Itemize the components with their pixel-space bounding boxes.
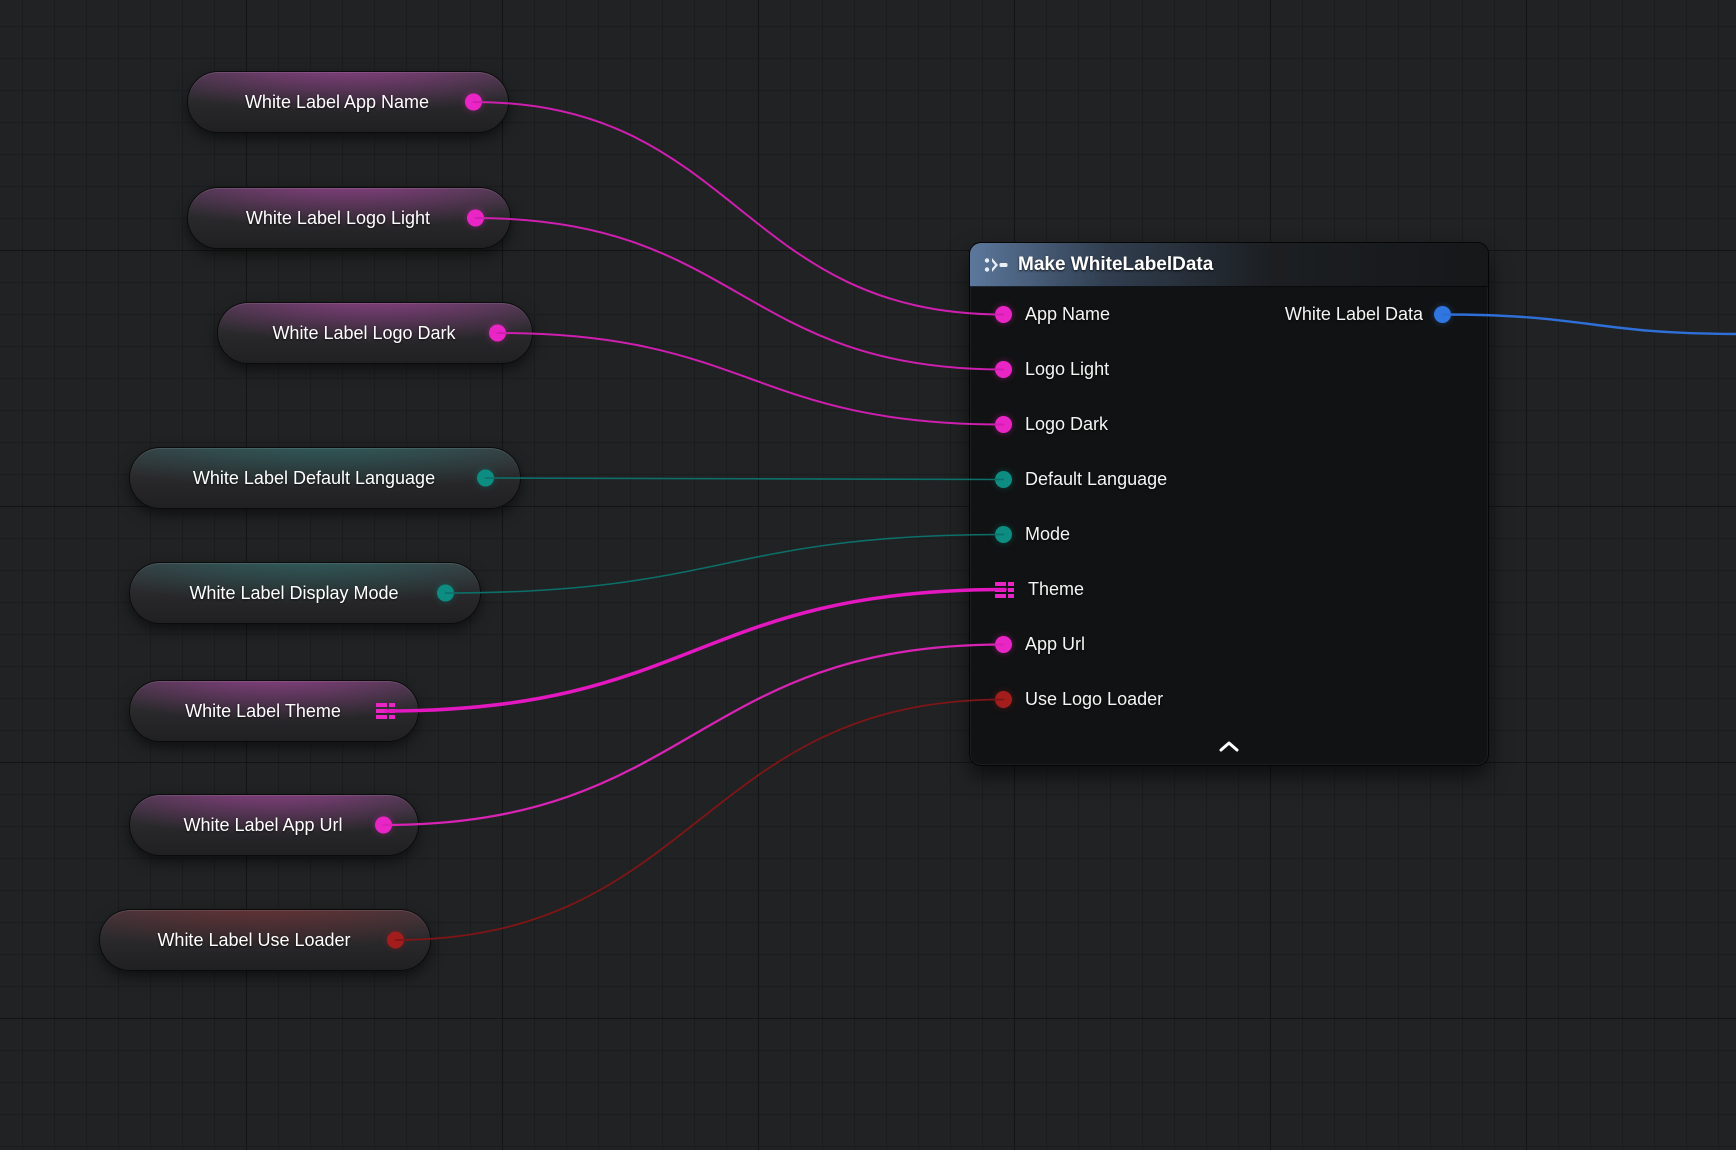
pin-label: App Url — [1025, 634, 1085, 655]
getter-node-white-label-logo-light[interactable]: White Label Logo Light — [188, 188, 510, 248]
node-title: White Label Use Loader — [100, 930, 430, 951]
blueprint-graph-canvas[interactable]: White Label App Name White Label Logo Li… — [0, 0, 1736, 1150]
map-output-pin[interactable] — [376, 703, 396, 719]
pin-row: Use Logo Loader — [970, 672, 1488, 727]
wire-getter-default-language[interactable] — [486, 478, 1004, 480]
pin-row: Mode — [970, 507, 1488, 562]
make-node[interactable]: Make WhiteLabelData App Name White Label… — [970, 243, 1488, 765]
pin-label: Logo Dark — [1025, 414, 1108, 435]
output-pin-label: White Label Data — [1285, 304, 1423, 325]
getter-node-white-label-theme[interactable]: White Label Theme — [130, 681, 418, 741]
enum-output-pin[interactable] — [477, 470, 494, 487]
wire-getter-app-url[interactable] — [384, 645, 1004, 826]
make-node-body: App Name White Label Data Logo Light Log… — [970, 287, 1488, 727]
getter-node-white-label-app-url[interactable]: White Label App Url — [130, 795, 418, 855]
pin-label: Mode — [1025, 524, 1070, 545]
getter-node-white-label-use-loader[interactable]: White Label Use Loader — [100, 910, 430, 970]
string-output-pin[interactable] — [465, 94, 482, 111]
node-title: White Label Logo Dark — [218, 323, 532, 344]
string-output-pin[interactable] — [375, 817, 392, 834]
wire-getter-logo-light[interactable] — [476, 218, 1004, 370]
string-input-pin[interactable] — [995, 416, 1012, 433]
wire-getter-display-mode[interactable] — [446, 535, 1004, 594]
wire-getter-app-name[interactable] — [474, 102, 1004, 315]
getter-node-white-label-display-mode[interactable]: White Label Display Mode — [130, 563, 480, 623]
pin-label: Theme — [1028, 579, 1084, 600]
make-node-title: Make WhiteLabelData — [1018, 254, 1213, 276]
string-input-pin[interactable] — [995, 636, 1012, 653]
enum-input-pin[interactable] — [995, 526, 1012, 543]
node-title: White Label Logo Light — [188, 208, 510, 229]
pin-label: Use Logo Loader — [1025, 689, 1163, 710]
chevron-up-icon — [1219, 741, 1239, 752]
make-struct-icon — [984, 257, 1008, 273]
string-output-pin[interactable] — [467, 210, 484, 227]
pin-row: Logo Dark — [970, 397, 1488, 452]
getter-node-white-label-default-language[interactable]: White Label Default Language — [130, 448, 520, 508]
pin-row: Logo Light — [970, 342, 1488, 397]
bool-output-pin[interactable] — [387, 932, 404, 949]
enum-output-pin[interactable] — [437, 585, 454, 602]
pin-label: App Name — [1025, 304, 1110, 325]
wire-getter-use-loader[interactable] — [396, 700, 1004, 941]
collapse-pins-button[interactable] — [970, 727, 1488, 765]
wire-getter-theme[interactable] — [386, 590, 1005, 712]
struct-output-pin[interactable] — [1434, 306, 1451, 323]
pin-row: App Name White Label Data — [970, 287, 1488, 342]
getter-node-white-label-logo-dark[interactable]: White Label Logo Dark — [218, 303, 532, 363]
string-output-pin[interactable] — [489, 325, 506, 342]
node-title: White Label App Name — [188, 92, 508, 113]
string-input-pin[interactable] — [995, 306, 1012, 323]
wire-getter-logo-dark[interactable] — [498, 333, 1004, 425]
getter-node-white-label-app-name[interactable]: White Label App Name — [188, 72, 508, 132]
make-node-header[interactable]: Make WhiteLabelData — [970, 243, 1488, 287]
pin-row: Default Language — [970, 452, 1488, 507]
string-input-pin[interactable] — [995, 361, 1012, 378]
map-input-pin[interactable] — [995, 582, 1015, 598]
bool-input-pin[interactable] — [995, 691, 1012, 708]
pin-label: Default Language — [1025, 469, 1167, 490]
node-title: White Label Display Mode — [130, 583, 480, 604]
pin-label: Logo Light — [1025, 359, 1109, 380]
node-title: White Label Default Language — [130, 468, 520, 489]
pin-row: App Url — [970, 617, 1488, 672]
pin-row: Theme — [970, 562, 1488, 617]
node-title: White Label Theme — [130, 701, 418, 722]
enum-input-pin[interactable] — [995, 471, 1012, 488]
